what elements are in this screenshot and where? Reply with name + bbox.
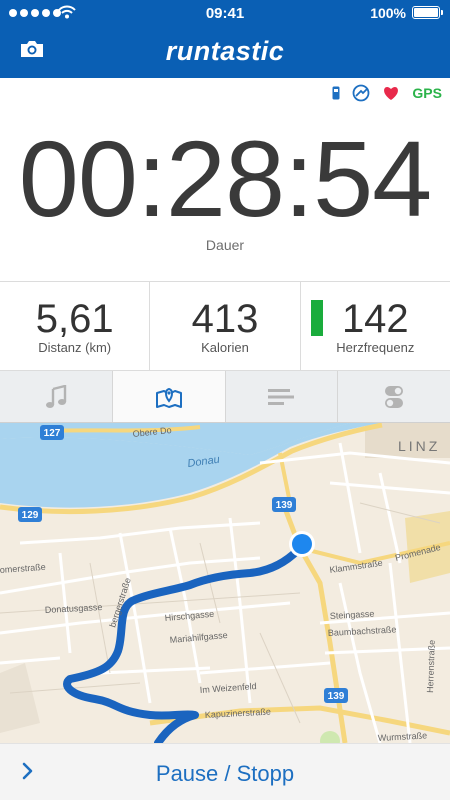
status-bar: 09:41 100% [0,0,450,26]
pause-stop-button[interactable]: Pause / Stopp [0,761,450,787]
tab-settings[interactable] [337,371,450,422]
timer-panel: GPS 00:28:54 Dauer [0,78,450,282]
view-tabs [0,371,450,423]
distance-stat[interactable]: 5,61 Distanz (km) [0,282,149,370]
settings-toggle-icon [385,385,404,408]
route-shield-129: 129 [22,510,39,521]
sensor-indicators: GPS [332,84,442,102]
calories-value: 413 [191,297,259,341]
map-canvas: 127 129 139 139 LINZ Donau Obere Do omer… [0,423,450,743]
route-shield-127: 127 [44,428,61,439]
tab-map[interactable] [111,371,225,422]
heart-rate-stat[interactable]: 142 Herzfrequenz [299,282,450,370]
city-label: LINZ [398,438,440,454]
speed-sensor-icon [353,84,370,102]
map-icon [155,387,182,408]
tab-list[interactable] [224,371,338,422]
heart-icon [384,87,399,100]
gps-indicator: GPS [412,85,442,101]
route-shield-139b: 139 [328,691,345,702]
music-note-icon [45,384,67,408]
battery-icon [412,6,443,19]
bottom-action-bar: Pause / Stopp [0,743,450,800]
calories-label: Kalorien [201,340,249,355]
calories-stat[interactable]: 413 Kalorien [149,282,299,370]
street-label-13: Herrenstraße [425,640,437,693]
route-map[interactable]: 127 129 139 139 LINZ Donau Obere Do omer… [0,423,450,743]
duration-label: Dauer [205,237,245,253]
route-shield-139a: 139 [276,500,293,511]
app-header: 09:41 100% runtastic [0,0,450,78]
list-icon [268,388,295,405]
stats-row: 5,61 Distanz (km) 413 Kalorien 142 Herzf… [0,282,450,371]
tab-music[interactable] [0,371,112,422]
distance-label: Distanz (km) [38,340,112,355]
battery-percent: 100% [370,5,406,21]
brand-logo: runtastic [165,36,285,66]
duration-timer: 00:28:54 [18,118,432,239]
heart-rate-value: 142 [341,297,409,341]
heart-rate-label: Herzfrequenz [336,340,415,355]
distance-value: 5,61 [35,297,114,341]
phone-sensor-icon [332,86,340,100]
